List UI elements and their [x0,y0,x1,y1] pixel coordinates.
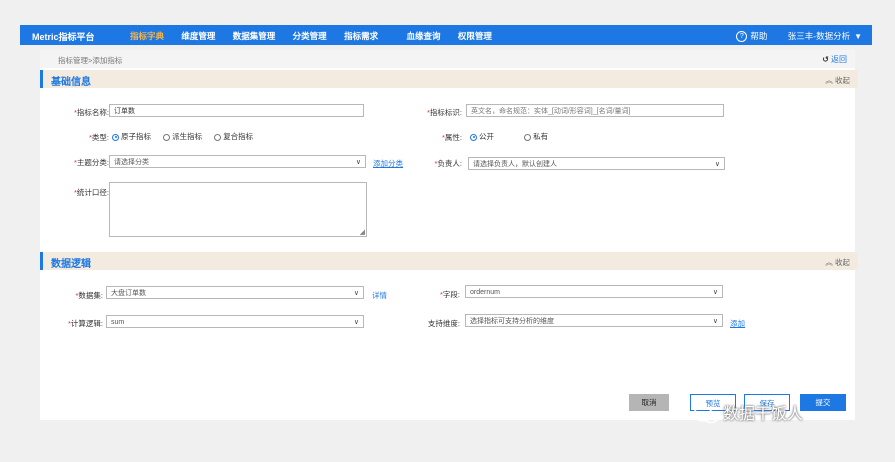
section-title-basic: 基础信息 [51,77,91,88]
back-button[interactable]: ↺ 返回 [822,54,847,65]
chevron-down-icon: ∨ [353,290,359,297]
caliber-label: *统计口径: [73,188,109,197]
back-arrow-icon: ↺ [822,55,829,64]
metric-identifier-input[interactable]: 英文名，命名规范：实体_[动词/形容词]_[名词/量词] [466,104,724,117]
nav-item-lineage[interactable]: 血缘查询 [406,30,440,42]
type-label: *类型: [88,133,109,142]
nav-item-dimension[interactable]: 维度管理 [181,30,215,42]
dataset-select[interactable]: 大盘订单数 ∨ [106,286,364,299]
section-data-logic: 数据逻辑 ︽ 收起 [40,252,858,270]
collapse-label: 收起 [835,76,850,85]
collapse-label: 收起 [835,258,850,267]
chevron-down-icon: ∨ [712,289,718,296]
type-option-derived[interactable]: 派生指标 [163,131,202,142]
nav-item-requirements[interactable]: 指标需求 [344,30,378,42]
help-link[interactable]: ? 帮助 [736,30,768,43]
type-radio-group: 原子指标 派生指标 复合指标 [112,131,263,142]
nav-item-metric-dictionary[interactable]: 指标字典 [130,30,164,42]
dimension-label: 支持维度: [427,319,460,328]
caliber-textarea[interactable]: ◢ [109,182,367,237]
name-label: *指标名称: [73,108,109,117]
main-nav: 指标字典 维度管理 数据集管理 分类管理 指标需求 血缘查询 权限管理 [130,30,507,42]
dimension-select[interactable]: 选择指标可支持分析的维度 ∨ [465,314,723,327]
user-name: 张三丰-数据分析 [787,31,851,41]
owner-label: *负责人: [434,159,462,168]
chevron-down-icon: ∨ [355,159,361,166]
attribute-option-private[interactable]: 私有 [524,131,548,142]
nav-item-permissions[interactable]: 权限管理 [458,30,492,42]
collapse-icon: ︽ [825,258,833,267]
collapse-icon: ︽ [825,76,833,85]
back-label: 返回 [831,55,847,64]
collapse-basic-button[interactable]: ︽ 收起 [825,75,850,86]
wechat-icon [693,406,719,424]
top-navbar: Metric指标平台 指标字典 维度管理 数据集管理 分类管理 指标需求 血缘查… [20,25,872,45]
header-right: ? 帮助 张三丰-数据分析 ▼ [736,30,862,43]
chevron-down-icon: ∨ [353,319,359,326]
section-basic-info: 基础信息 ︽ 收起 [40,70,858,88]
nav-item-category[interactable]: 分类管理 [293,30,327,42]
attribute-label: *属性: [441,133,462,142]
dataset-detail-link[interactable]: 详情 [372,290,387,301]
field-label: *字段: [439,290,460,299]
add-dimension-link[interactable]: 添加 [730,318,745,329]
subject-label: *主题分类: [73,158,109,167]
user-menu[interactable]: 张三丰-数据分析 ▼ [788,30,862,42]
dataset-label: *数据集: [75,291,103,300]
identifier-label: *指标标识: [426,108,462,117]
owner-select[interactable]: 请选择负责人，默认创建人 ∨ [468,157,725,170]
watermark-text: 数据干饭人 [723,406,804,423]
attribute-option-public[interactable]: 公开 [470,131,494,142]
help-label: 帮助 [750,31,768,41]
section-title-logic: 数据逻辑 [51,259,91,270]
chevron-down-icon: ∨ [712,318,718,325]
type-option-composite[interactable]: 复合指标 [214,131,253,142]
resize-grip-icon[interactable]: ◢ [360,229,365,236]
attribute-radio-group: 公开 私有 [470,131,558,142]
watermark: 数据干饭人 [692,400,803,424]
field-select[interactable]: ordernum ∨ [465,285,723,298]
breadcrumb: 指标管理>添加指标 [58,56,123,65]
help-icon: ? [736,31,748,43]
metric-name-input[interactable]: 订单数 [109,104,364,117]
type-option-atomic[interactable]: 原子指标 [112,131,151,142]
logic-label: *计算逻辑: [67,319,103,328]
submit-button[interactable]: 提交 [800,394,846,411]
brand-logo[interactable]: Metric指标平台 [32,30,95,43]
collapse-logic-button[interactable]: ︽ 收起 [825,257,850,268]
add-category-link[interactable]: 添加分类 [373,158,403,169]
chevron-down-icon: ▼ [854,32,862,41]
breadcrumb-bar: 指标管理>添加指标 ↺ 返回 [40,50,855,68]
chevron-down-icon: ∨ [714,161,720,168]
subject-select[interactable]: 请选择分类 ∨ [109,155,366,168]
nav-item-dataset[interactable]: 数据集管理 [233,30,276,42]
cancel-button[interactable]: 取消 [629,394,669,411]
logic-select[interactable]: sum ∨ [106,315,364,328]
